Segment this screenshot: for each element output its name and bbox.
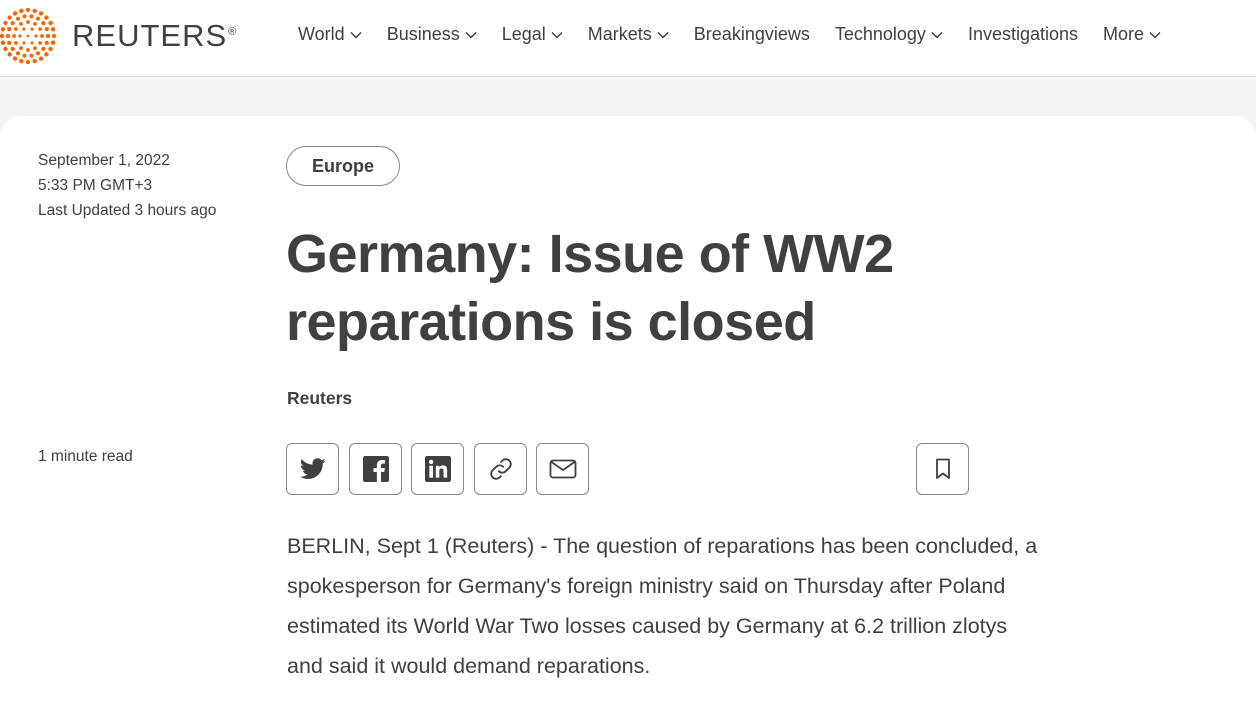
share-email-button[interactable] bbox=[536, 443, 589, 495]
chevron-down-icon bbox=[657, 31, 669, 39]
nav-markets[interactable]: Markets bbox=[588, 24, 669, 45]
article-headline: Germany: Issue of WW2 reparations is clo… bbox=[286, 220, 986, 356]
byline[interactable]: Reuters bbox=[287, 388, 352, 409]
linkedin-icon bbox=[424, 456, 451, 482]
article-meta: September 1, 2022 5:33 PM GMT+3 Last Upd… bbox=[38, 148, 216, 223]
share-copy-link-button[interactable] bbox=[474, 443, 527, 495]
publish-date: September 1, 2022 bbox=[38, 152, 170, 169]
logo-text: REUTERS® bbox=[72, 18, 238, 53]
share-linkedin-button[interactable] bbox=[411, 443, 464, 495]
reuters-logo-icon bbox=[0, 8, 57, 64]
read-time: 1 minute read bbox=[38, 448, 133, 465]
nav-label: More bbox=[1103, 24, 1145, 44]
nav-label: Technology bbox=[834, 24, 926, 44]
email-icon bbox=[549, 459, 576, 479]
nav-label: Legal bbox=[501, 24, 546, 44]
nav-business[interactable]: Business bbox=[387, 24, 477, 45]
chevron-down-icon bbox=[931, 31, 943, 39]
section-tag-europe[interactable]: Europe bbox=[286, 146, 400, 186]
nav-world[interactable]: World bbox=[298, 24, 362, 45]
twitter-icon bbox=[299, 458, 326, 479]
body-line: spokesperson for Germany's foreign minis… bbox=[287, 574, 1006, 598]
publish-time: 5:33 PM GMT+3 bbox=[38, 177, 153, 194]
facebook-icon bbox=[362, 456, 389, 482]
headline-line: Germany: Issue of WW2 bbox=[286, 224, 894, 284]
nav-investigations[interactable]: Investigations bbox=[968, 24, 1078, 45]
body-line: and said it would demand reparations. bbox=[287, 654, 651, 678]
share-twitter-button[interactable] bbox=[286, 443, 339, 495]
article-body: BERLIN, Sept 1 (Reuters) - The question … bbox=[287, 526, 1107, 686]
last-updated: Last Updated 3 hours ago bbox=[38, 202, 217, 219]
chevron-down-icon bbox=[350, 31, 362, 39]
reuters-logo[interactable]: REUTERS® bbox=[0, 8, 237, 64]
nav-label: Investigations bbox=[967, 24, 1079, 44]
body-line: estimated its World War Two losses cause… bbox=[287, 614, 1008, 638]
nav-label: Breakingviews bbox=[693, 24, 810, 44]
link-icon bbox=[489, 458, 512, 480]
bookmark-button[interactable] bbox=[916, 443, 969, 495]
chevron-down-icon bbox=[551, 31, 563, 39]
nav-label: World bbox=[298, 24, 345, 44]
main-nav: World Business Legal Markets Breakingvie… bbox=[298, 24, 1186, 45]
body-line: BERLIN, Sept 1 (Reuters) - The question … bbox=[287, 534, 1038, 558]
nav-legal[interactable]: Legal bbox=[502, 24, 563, 45]
chevron-down-icon bbox=[465, 31, 477, 39]
share-facebook-button[interactable] bbox=[349, 443, 402, 495]
nav-label: Markets bbox=[587, 24, 652, 44]
nav-more[interactable]: More bbox=[1103, 24, 1161, 45]
nav-technology[interactable]: Technology bbox=[835, 24, 943, 45]
chevron-down-icon bbox=[1149, 31, 1161, 39]
nav-label: Business bbox=[386, 24, 460, 44]
nav-breakingviews[interactable]: Breakingviews bbox=[694, 24, 810, 45]
top-navigation-bar: REUTERS® World Business Legal Markets Br… bbox=[0, 0, 1256, 77]
bookmark-icon bbox=[935, 458, 950, 479]
headline-line: reparations is closed bbox=[286, 292, 816, 352]
